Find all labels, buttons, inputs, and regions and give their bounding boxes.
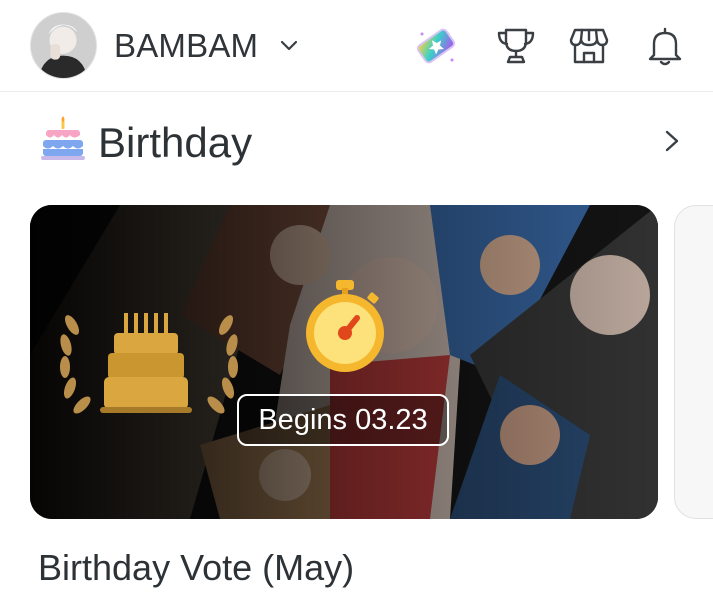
star-ticket-icon[interactable] <box>414 24 458 68</box>
stopwatch-icon <box>306 280 384 372</box>
chevron-down-icon[interactable] <box>279 36 299 56</box>
card-title[interactable]: Birthday Vote (May) <box>38 546 354 590</box>
section-title: Birthday <box>98 119 253 166</box>
next-card-peek[interactable] <box>674 205 713 519</box>
birthday-vote-card[interactable]: Begins 03.23 <box>30 205 658 519</box>
top-header: BAMBAM <box>0 0 713 92</box>
bell-icon[interactable] <box>643 24 687 68</box>
trophy-icon[interactable] <box>494 24 538 68</box>
avatar[interactable] <box>30 12 97 79</box>
birthday-cake-icon <box>41 116 85 160</box>
chevron-right-icon[interactable] <box>660 128 684 154</box>
username[interactable]: BAMBAM <box>114 26 258 66</box>
store-icon[interactable] <box>567 24 611 68</box>
begins-date-badge: Begins 03.23 <box>237 394 449 446</box>
